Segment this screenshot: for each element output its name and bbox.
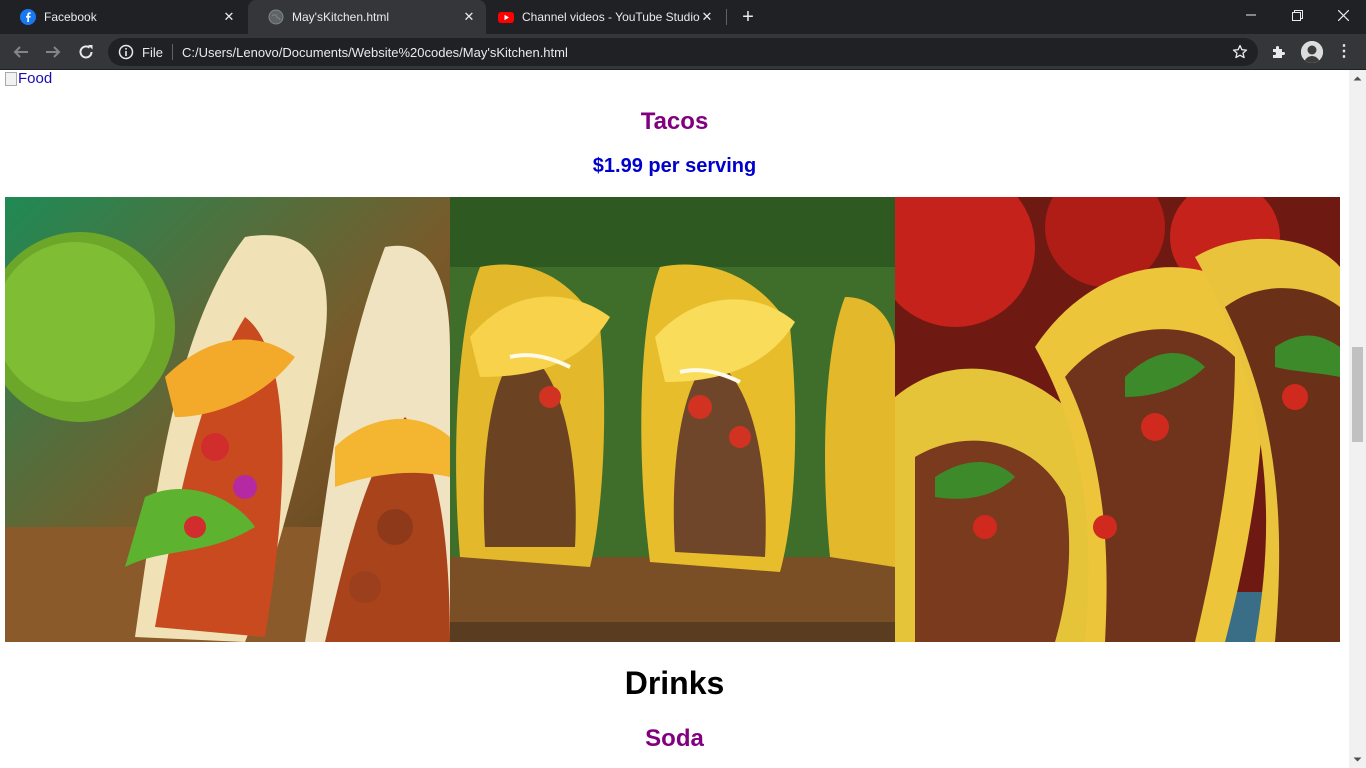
extensions-puzzle-icon[interactable] bbox=[1270, 43, 1288, 61]
reload-button[interactable] bbox=[73, 39, 99, 65]
broken-image-icon bbox=[5, 71, 17, 86]
page-viewport: Food Tacos $1.99 per serving Drinks Soda bbox=[0, 70, 1349, 768]
tab-youtube-studio[interactable]: Channel videos - YouTube Studio ✕ bbox=[478, 0, 724, 34]
close-window-button[interactable] bbox=[1320, 0, 1366, 30]
broken-food-image: Food bbox=[5, 70, 52, 87]
page-scrollbar[interactable] bbox=[1349, 70, 1366, 768]
broken-image-alt-text: Food bbox=[18, 70, 53, 87]
reload-icon bbox=[79, 45, 93, 59]
close-tab-icon[interactable]: ✕ bbox=[462, 10, 476, 24]
scroll-down-icon bbox=[1353, 757, 1362, 762]
new-tab-button[interactable]: + bbox=[737, 6, 759, 28]
tab-strip: Facebook ✕ May'sKitchen.html ✕ Channel v… bbox=[0, 0, 1366, 34]
browser-menu-icon[interactable]: ⋮ bbox=[1336, 42, 1352, 62]
forward-arrow-icon bbox=[46, 46, 61, 58]
forward-button[interactable] bbox=[40, 39, 66, 65]
omnibox-divider bbox=[171, 44, 173, 60]
back-button[interactable] bbox=[8, 39, 34, 65]
scheme-label: File bbox=[142, 44, 163, 60]
dish-title-soda: Soda bbox=[645, 725, 704, 752]
taco-photo-1 bbox=[5, 197, 450, 642]
tab-title: Facebook bbox=[44, 10, 97, 24]
restore-button[interactable] bbox=[1274, 0, 1320, 30]
tab-title: May'sKitchen.html bbox=[292, 10, 389, 24]
browser-toolbar: File C:/Users/Lenovo/Documents/Website%2… bbox=[0, 34, 1366, 70]
section-title-drinks: Drinks bbox=[624, 665, 725, 701]
scrollbar-thumb[interactable] bbox=[1352, 347, 1363, 442]
close-tab-icon[interactable]: ✕ bbox=[700, 10, 714, 24]
tab-mayskitchen[interactable]: May'sKitchen.html ✕ bbox=[248, 0, 486, 34]
scroll-up-icon bbox=[1353, 76, 1362, 81]
info-icon[interactable] bbox=[118, 44, 134, 60]
tab-separator bbox=[726, 9, 727, 25]
taco-photo-3 bbox=[895, 197, 1340, 642]
address-bar[interactable]: File C:/Users/Lenovo/Documents/Website%2… bbox=[108, 38, 1258, 66]
url-text[interactable]: C:/Users/Lenovo/Documents/Website%20code… bbox=[182, 45, 568, 60]
tab-facebook[interactable]: Facebook ✕ bbox=[0, 0, 246, 34]
profile-avatar[interactable] bbox=[1301, 41, 1323, 63]
tab-title: Channel videos - YouTube Studio bbox=[522, 10, 700, 24]
facebook-icon bbox=[20, 9, 36, 25]
back-arrow-icon bbox=[13, 46, 28, 58]
dish-price: $1.99 per serving bbox=[592, 155, 757, 177]
minimize-button[interactable] bbox=[1228, 0, 1274, 30]
dish-title: Tacos bbox=[640, 108, 709, 135]
close-tab-icon[interactable]: ✕ bbox=[222, 10, 236, 24]
taco-photo-2 bbox=[450, 197, 895, 642]
globe-icon bbox=[268, 9, 284, 25]
bookmark-star-icon[interactable] bbox=[1232, 44, 1248, 60]
youtube-icon bbox=[498, 9, 514, 25]
